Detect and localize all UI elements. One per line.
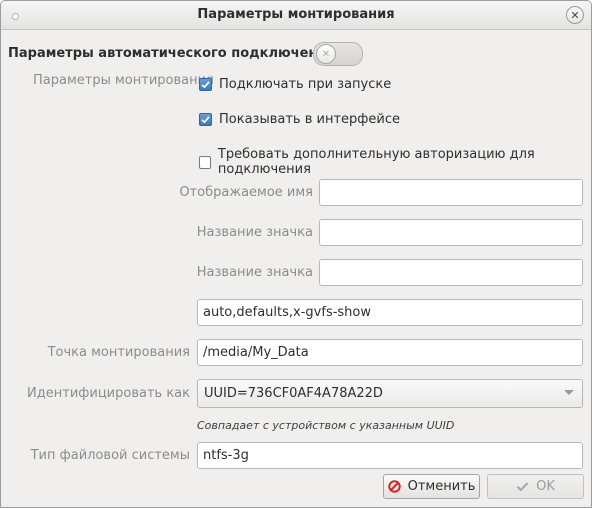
check-icon <box>201 116 210 124</box>
identify-as-value: UUID=736CF0AF4A78A22D <box>204 386 383 401</box>
mount-at-startup-checkbox[interactable] <box>199 78 212 91</box>
mount-options-dialog: Параметры монтирования ✕ Параметры автом… <box>0 0 592 508</box>
auto-mount-switch[interactable]: ✕ <box>313 42 363 66</box>
mount-options-field[interactable] <box>197 299 583 326</box>
filesystem-type-field[interactable] <box>197 442 583 469</box>
window-title: Параметры монтирования <box>197 7 395 22</box>
chevron-down-icon <box>564 390 574 395</box>
icon-name-field[interactable] <box>319 219 583 246</box>
close-button[interactable]: ✕ <box>566 6 584 24</box>
mount-at-startup-label: Подключать при запуске <box>219 77 392 92</box>
show-in-ui-label: Показывать в интерфейсе <box>219 112 400 127</box>
mount-point-field[interactable] <box>197 339 583 366</box>
checkmark-icon <box>516 481 529 492</box>
display-name-field[interactable] <box>319 179 583 206</box>
switch-knob-icon: ✕ <box>316 44 336 64</box>
checkbox-row-mount-at-startup[interactable]: Подключать при запуске <box>199 77 391 92</box>
checkbox-row-show-in-ui[interactable]: Показывать в интерфейсе <box>199 112 400 127</box>
checkbox-row-require-auth[interactable]: Требовать дополнительную авторизацию для… <box>199 147 591 177</box>
check-icon <box>201 81 210 89</box>
require-auth-label: Требовать дополнительную авторизацию для… <box>217 147 535 177</box>
close-icon: ✕ <box>570 8 580 22</box>
ok-button[interactable]: OK <box>487 474 584 499</box>
ok-label: OK <box>536 479 555 494</box>
require-auth-checkbox[interactable] <box>199 155 211 169</box>
identify-as-label: Идентифицировать как <box>27 386 190 401</box>
symbolic-icon-name-label: Название значка <box>196 265 313 280</box>
cancel-button[interactable]: Отменить <box>383 474 480 499</box>
identify-as-select[interactable]: UUID=736CF0AF4A78A22D <box>197 379 583 408</box>
filesystem-type-label: Тип файловой системы <box>30 448 190 463</box>
auto-mount-heading: Параметры автоматического подключения <box>8 46 335 61</box>
titlebar: Параметры монтирования ✕ <box>1 1 591 30</box>
mount-options-label: Параметры монтирования <box>33 73 214 88</box>
icon-name-label: Название значка <box>196 225 313 240</box>
mount-point-label: Точка монтирования <box>47 345 190 360</box>
cancel-icon <box>387 480 401 493</box>
cancel-label: Отменить <box>407 479 476 494</box>
identify-as-hint: Совпадает с устройством с указанным UUID <box>197 419 455 432</box>
symbolic-icon-name-field[interactable] <box>319 259 583 286</box>
show-in-ui-checkbox[interactable] <box>199 113 212 126</box>
display-name-label: Отображаемое имя <box>179 185 313 200</box>
